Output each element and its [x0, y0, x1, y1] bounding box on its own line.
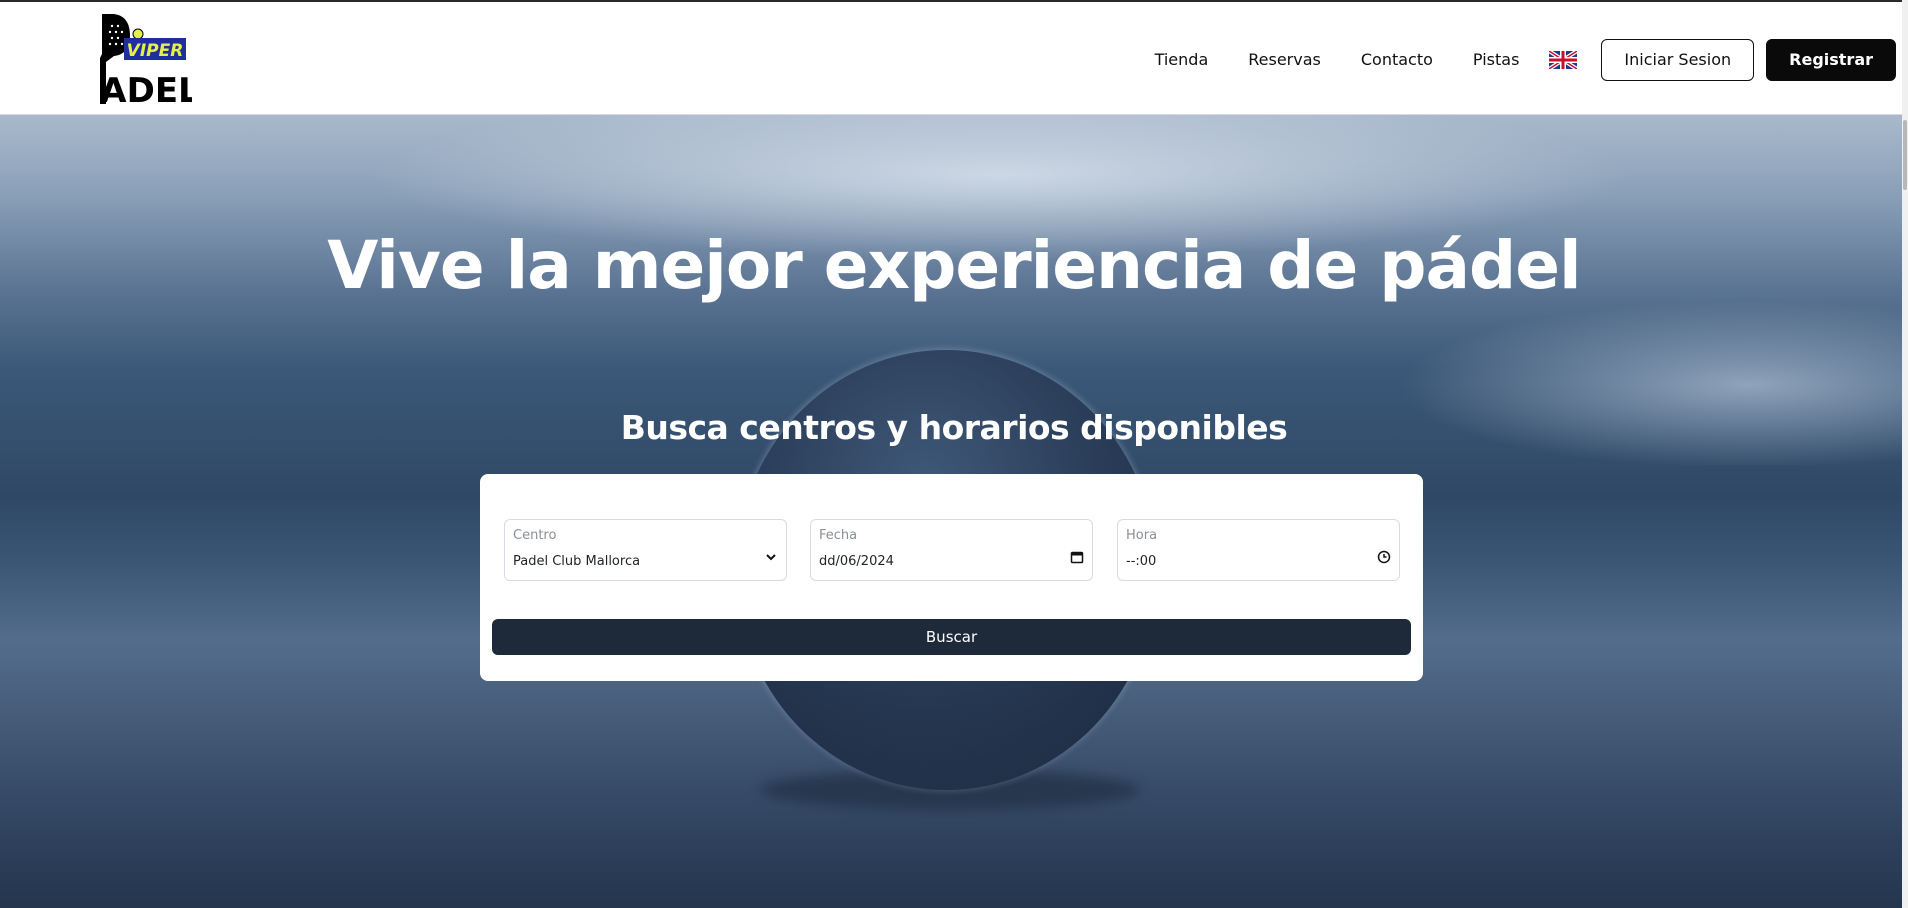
- fecha-date-input[interactable]: Fecha dd/06/2024: [810, 519, 1093, 581]
- hora-value: --:00: [1126, 554, 1157, 569]
- court-floor: [0, 655, 1908, 908]
- calendar-icon[interactable]: [1070, 550, 1084, 564]
- page-scrollbar[interactable]: [1902, 0, 1908, 908]
- page: VIPER ADEL Tienda Reservas Contacto Pist…: [0, 0, 1908, 908]
- main-nav: Tienda Reservas Contacto Pistas Iniciar …: [1155, 2, 1908, 117]
- centro-select[interactable]: Centro Padel Club Mallorca: [504, 519, 787, 581]
- hero-subtitle: Busca centros y horarios disponibles: [620, 408, 1288, 447]
- hero-title: Vive la mejor experiencia de pádel: [327, 227, 1581, 304]
- centro-label: Centro: [513, 528, 557, 543]
- centro-value: Padel Club Mallorca: [513, 554, 641, 569]
- viper-padel-logo[interactable]: VIPER ADEL: [100, 14, 192, 106]
- chevron-down-icon[interactable]: [764, 550, 778, 564]
- hora-label: Hora: [1126, 528, 1158, 543]
- nav-tienda[interactable]: Tienda: [1155, 50, 1209, 69]
- svg-text:ADEL: ADEL: [100, 71, 192, 106]
- scrollbar-thumb[interactable]: [1903, 120, 1907, 190]
- svg-text:VIPER: VIPER: [127, 41, 184, 61]
- nav-reservas[interactable]: Reservas: [1248, 50, 1321, 69]
- fecha-value: dd/06/2024: [819, 554, 894, 569]
- search-button[interactable]: Buscar: [492, 619, 1411, 655]
- nav-pistas[interactable]: Pistas: [1473, 50, 1520, 69]
- search-card: Centro Padel Club Mallorca Fecha dd/06/2…: [480, 474, 1423, 681]
- hora-time-input[interactable]: Hora --:00: [1117, 519, 1400, 581]
- header: VIPER ADEL Tienda Reservas Contacto Pist…: [0, 0, 1908, 115]
- uk-flag-icon[interactable]: [1548, 48, 1579, 71]
- fecha-label: Fecha: [819, 528, 858, 543]
- hero-section: Vive la mejor experiencia de pádel Busca…: [0, 115, 1908, 908]
- login-button[interactable]: Iniciar Sesion: [1601, 38, 1755, 81]
- register-button[interactable]: Registrar: [1766, 38, 1896, 81]
- clock-icon[interactable]: [1377, 550, 1391, 564]
- nav-contacto[interactable]: Contacto: [1361, 50, 1433, 69]
